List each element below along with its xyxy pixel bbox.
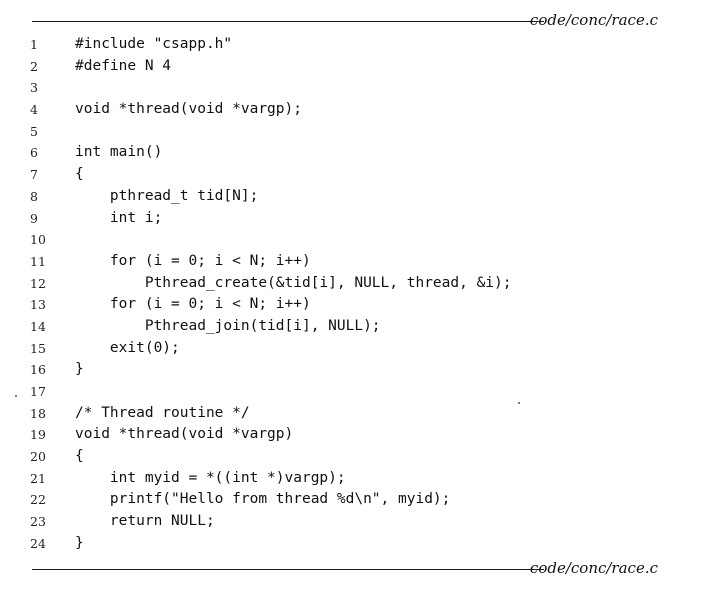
- code-text: #define N 4: [75, 57, 172, 74]
- code-line: 23 return NULL;: [0, 511, 721, 533]
- code-text: pthread_t tid[N];: [75, 187, 259, 204]
- code-text: void *thread(void *vargp): [75, 426, 294, 443]
- code-text: }: [75, 534, 84, 551]
- code-text: for (i = 0; i < N; i++): [75, 252, 311, 269]
- code-line: 20 {: [0, 446, 721, 468]
- code-line: 12 Pthread_create(&tid[i], NULL, thread,…: [0, 273, 721, 295]
- scan-speck: [15, 395, 17, 397]
- code-line: 14 Pthread_join(tid[i], NULL);: [0, 316, 721, 338]
- line-number: 9: [30, 210, 38, 226]
- code-text: void *thread(void *vargp);: [75, 101, 302, 118]
- code-listing: 1 #include "csapp.h" 2 #define N 4 3 4 void *t…: [0, 34, 721, 555]
- line-number: 12: [30, 275, 46, 291]
- code-line: 13 for (i = 0; i < N; i++): [0, 294, 721, 316]
- code-line: 10: [0, 229, 721, 251]
- code-line: 5: [0, 121, 721, 143]
- code-text: Pthread_join(tid[i], NULL);: [75, 317, 381, 334]
- code-text: {: [75, 448, 84, 465]
- code-line: 6 int main(): [0, 142, 721, 164]
- code-line: 19 void *thread(void *vargp): [0, 424, 721, 446]
- code-text: int main(): [75, 144, 163, 161]
- code-text: return NULL;: [75, 513, 215, 530]
- code-text: int myid = *((int *)vargp);: [75, 469, 346, 486]
- footer-file-caption: code/conc/race.c: [529, 559, 658, 577]
- code-text: /* Thread routine */: [75, 404, 250, 421]
- line-number: 4: [30, 102, 38, 118]
- line-number: 22: [30, 492, 46, 508]
- line-number: 7: [30, 167, 38, 183]
- header-file-caption: code/conc/race.c: [529, 11, 658, 29]
- code-line: 8 pthread_t tid[N];: [0, 186, 721, 208]
- code-line: 11 for (i = 0; i < N; i++): [0, 251, 721, 273]
- line-number: 8: [30, 188, 38, 204]
- code-line: 16}: [0, 359, 721, 381]
- header-rule-line: [32, 21, 544, 22]
- code-line: 7{: [0, 164, 721, 186]
- code-line: 9 int i;: [0, 208, 721, 230]
- code-text: printf("Hello from thread %d\n", myid);: [75, 491, 451, 508]
- code-text: exit(0);: [75, 339, 180, 356]
- code-line: 2 #define N 4: [0, 56, 721, 78]
- line-number: 2: [30, 58, 38, 74]
- footer-rule: code/conc/race.c: [32, 558, 672, 578]
- line-number: 20: [30, 449, 46, 465]
- line-number: 11: [30, 253, 46, 269]
- line-number: 18: [30, 405, 46, 421]
- line-number: 13: [30, 297, 46, 313]
- code-text: #include "csapp.h": [75, 36, 233, 52]
- code-line: 3: [0, 77, 721, 99]
- code-line: 22 printf("Hello from thread %d\n", myid…: [0, 489, 721, 511]
- code-text: {: [75, 166, 84, 183]
- line-number: 24: [30, 535, 46, 551]
- line-number: 17: [30, 384, 46, 399]
- code-line: 18 /* Thread routine */: [0, 403, 721, 425]
- line-number: 19: [30, 427, 46, 443]
- code-text: }: [75, 361, 84, 378]
- code-line: 1 #include "csapp.h": [0, 34, 721, 56]
- scan-speck: [518, 402, 520, 404]
- header-rule: code/conc/race.c: [32, 10, 672, 30]
- code-text: int i;: [75, 209, 163, 226]
- code-line: 17: [0, 381, 721, 403]
- code-line: 21 int myid = *((int *)vargp);: [0, 468, 721, 490]
- code-line: 15 exit(0);: [0, 338, 721, 360]
- line-number: 10: [30, 232, 46, 248]
- line-number: 6: [30, 145, 38, 161]
- line-number: 3: [30, 80, 38, 96]
- code-line: 24}: [0, 533, 721, 555]
- line-number: 5: [30, 123, 38, 139]
- code-text: for (i = 0; i < N; i++): [75, 296, 311, 313]
- line-number: 1: [30, 37, 38, 52]
- footer-rule-line: [32, 569, 544, 570]
- line-number: 14: [30, 318, 46, 334]
- line-number: 16: [30, 362, 46, 378]
- line-number: 21: [30, 470, 46, 486]
- line-number: 15: [30, 340, 46, 356]
- code-line: 4 void *thread(void *vargp);: [0, 99, 721, 121]
- code-text: Pthread_create(&tid[i], NULL, thread, &i…: [75, 274, 512, 291]
- line-number: 23: [30, 514, 46, 530]
